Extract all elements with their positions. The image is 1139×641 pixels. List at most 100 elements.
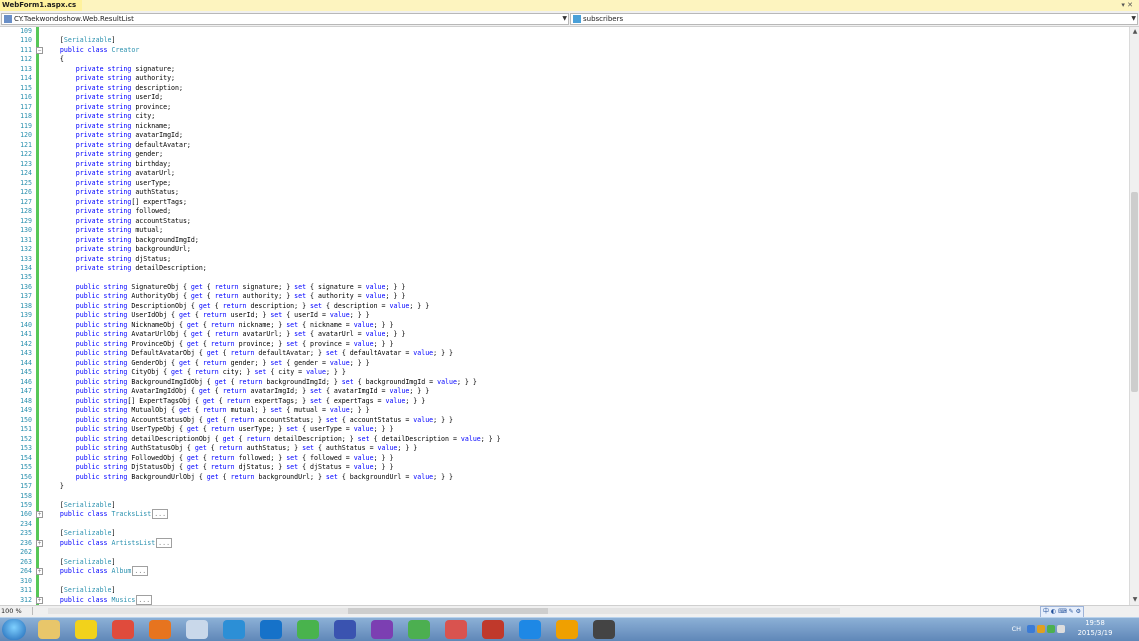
code-line[interactable]: 112 { <box>0 55 1129 65</box>
member-combobox[interactable]: subscribers ▼ <box>570 13 1138 25</box>
collapsed-region[interactable]: ... <box>152 509 169 520</box>
code-line[interactable]: 114 private string authority; <box>0 74 1129 84</box>
code-line[interactable]: 119 private string nickname; <box>0 122 1129 132</box>
blue-app-icon[interactable] <box>223 620 245 639</box>
code-line[interactable]: 136 public string SignatureObj { get { r… <box>0 283 1129 293</box>
code-line[interactable]: 122 private string gender; <box>0 150 1129 160</box>
code-line[interactable]: 135 <box>0 273 1129 283</box>
collapse-outline-icon[interactable]: − <box>36 46 43 54</box>
code-line[interactable]: 123 private string birthday; <box>0 160 1129 170</box>
type-combobox[interactable]: CY.Taekwondoshow.Web.ResultList ▼ <box>1 13 569 25</box>
code-line[interactable]: 140 public string NicknameObj { get { re… <box>0 321 1129 331</box>
code-line[interactable]: 120 private string avatarImgId; <box>0 131 1129 141</box>
code-line[interactable]: 149 public string MutualObj { get { retu… <box>0 406 1129 416</box>
ie-network-icon[interactable] <box>186 620 208 639</box>
code-line[interactable]: 109 <box>0 27 1129 37</box>
document-tab[interactable]: WebForm1.aspx.cs <box>0 0 83 11</box>
code-line[interactable]: 145 public string CityObj { get { return… <box>0 368 1129 378</box>
code-line[interactable]: 159 [Serializable] <box>0 501 1129 511</box>
collapsed-region[interactable]: ... <box>132 566 149 577</box>
start-orb-icon[interactable] <box>2 619 26 640</box>
code-line[interactable]: 129 private string accountStatus; <box>0 217 1129 227</box>
clock-date[interactable]: 2015/3/19 <box>1065 629 1125 637</box>
scroll-up-icon[interactable]: ▲ <box>1131 28 1139 36</box>
shield-icon[interactable] <box>1037 625 1045 633</box>
language-indicator[interactable]: CH <box>1012 625 1021 633</box>
expand-outline-icon[interactable]: + <box>36 511 43 519</box>
code-line[interactable]: 138 public string DescriptionObj { get {… <box>0 302 1129 312</box>
code-line[interactable]: 142 public string ProvinceObj { get { re… <box>0 340 1129 350</box>
code-line[interactable]: 134 private string detailDescription; <box>0 264 1129 274</box>
code-line[interactable]: 116 private string userId; <box>0 93 1129 103</box>
code-line[interactable]: 157 } <box>0 482 1129 492</box>
code-line[interactable]: 154 public string FollowedObj { get { re… <box>0 454 1129 464</box>
close-icon[interactable]: ✕ <box>1127 1 1133 9</box>
zoom-level[interactable]: 100 % <box>1 607 33 615</box>
link-app-icon[interactable] <box>334 620 356 639</box>
code-line[interactable]: 143 public string DefaultAvatarObj { get… <box>0 349 1129 359</box>
code-line[interactable]: 155 public string DjStatusObj { get { re… <box>0 463 1129 473</box>
code-line[interactable]: 111− public class Creator <box>0 46 1129 56</box>
code-line[interactable]: 151 public string UserTypeObj { get { re… <box>0 425 1129 435</box>
expand-outline-icon[interactable]: + <box>36 539 43 547</box>
code-line[interactable]: 153 public string AuthStatusObj { get { … <box>0 444 1129 454</box>
qq-icon[interactable] <box>556 620 578 639</box>
code-line[interactable]: 312 + public class Musics... <box>0 594 1129 605</box>
purple-app-icon[interactable] <box>371 620 393 639</box>
code-line[interactable]: 127 private string[] expertTags; <box>0 198 1129 208</box>
code-line[interactable]: 264 + public class Album... <box>0 566 1129 577</box>
code-line[interactable]: 118 private string city; <box>0 112 1129 122</box>
code-line[interactable]: 110 [Serializable] <box>0 36 1129 46</box>
green-app-icon[interactable] <box>408 620 430 639</box>
code-line[interactable]: 152 public string detailDescriptionObj {… <box>0 435 1129 445</box>
code-line[interactable]: 311 [Serializable] <box>0 586 1129 596</box>
help-icon[interactable] <box>1027 625 1035 633</box>
expand-outline-icon[interactable]: + <box>36 568 43 576</box>
image-app-icon[interactable] <box>445 620 467 639</box>
horizontal-scroll-thumb[interactable] <box>348 608 548 614</box>
code-line[interactable]: 148 public string[] ExpertTagsObj { get … <box>0 397 1129 407</box>
code-line[interactable]: 156 public string BackgroundUrlObj { get… <box>0 473 1129 483</box>
code-line[interactable]: 121 private string defaultAvatar; <box>0 141 1129 151</box>
code-line[interactable]: 234 <box>0 520 1129 530</box>
volume-icon[interactable] <box>1057 625 1065 633</box>
code-line[interactable]: 113 private string signature; <box>0 65 1129 75</box>
chevron-down-icon[interactable]: ▼ <box>562 14 567 24</box>
chrome-icon[interactable] <box>112 620 134 639</box>
code-line[interactable]: 115 private string description; <box>0 84 1129 94</box>
teamviewer-icon[interactable] <box>260 620 282 639</box>
code-line[interactable]: 236 + public class ArtistsList... <box>0 537 1129 549</box>
code-line[interactable]: 132 private string backgroundUrl; <box>0 245 1129 255</box>
code-line[interactable]: 150 public string AccountStatusObj { get… <box>0 416 1129 426</box>
code-line[interactable]: 124 private string avatarUrl; <box>0 169 1129 179</box>
code-line[interactable]: 128 private string followed; <box>0 207 1129 217</box>
code-line[interactable]: 144 public string GenderObj { get { retu… <box>0 359 1129 369</box>
code-editor[interactable]: 109 110 [Serializable] 111− public class C… <box>0 27 1129 605</box>
code-line[interactable]: 125 private string userType; <box>0 179 1129 189</box>
code-line[interactable]: 117 private string province; <box>0 103 1129 113</box>
code-line[interactable]: 130 private string mutual; <box>0 226 1129 236</box>
collapsed-region[interactable]: ... <box>156 537 173 548</box>
code-line[interactable]: 137 public string AuthorityObj { get { r… <box>0 292 1129 302</box>
k-app-icon[interactable] <box>519 620 541 639</box>
code-line[interactable]: 158 <box>0 492 1129 502</box>
window-controls[interactable]: ▾ ✕ <box>1121 0 1133 11</box>
vertical-scrollbar[interactable]: ▲ ▼ <box>1129 27 1139 605</box>
code-line[interactable]: 146 public string BackgroundImgIdObj { g… <box>0 378 1129 388</box>
dropdown-icon[interactable]: ▾ <box>1121 1 1125 9</box>
scroll-down-icon[interactable]: ▼ <box>1131 596 1139 604</box>
code-line[interactable]: 133 private string djStatus; <box>0 255 1129 265</box>
notes-icon[interactable] <box>75 620 97 639</box>
360-browser-icon[interactable] <box>297 620 319 639</box>
code-line[interactable]: 262 <box>0 548 1129 558</box>
collapsed-region[interactable]: ... <box>136 594 153 605</box>
code-line[interactable]: 126 private string authStatus; <box>0 188 1129 198</box>
virtualbox-icon[interactable] <box>593 620 615 639</box>
explorer-icon[interactable] <box>38 620 60 639</box>
code-line[interactable]: 141 public string AvatarUrlObj { get { r… <box>0 330 1129 340</box>
firefox-icon[interactable] <box>149 620 171 639</box>
pdf-app-icon[interactable] <box>482 620 504 639</box>
code-line[interactable]: 310 <box>0 577 1129 587</box>
horizontal-scrollbar[interactable] <box>48 608 840 614</box>
code-line[interactable]: 263 [Serializable] <box>0 558 1129 568</box>
